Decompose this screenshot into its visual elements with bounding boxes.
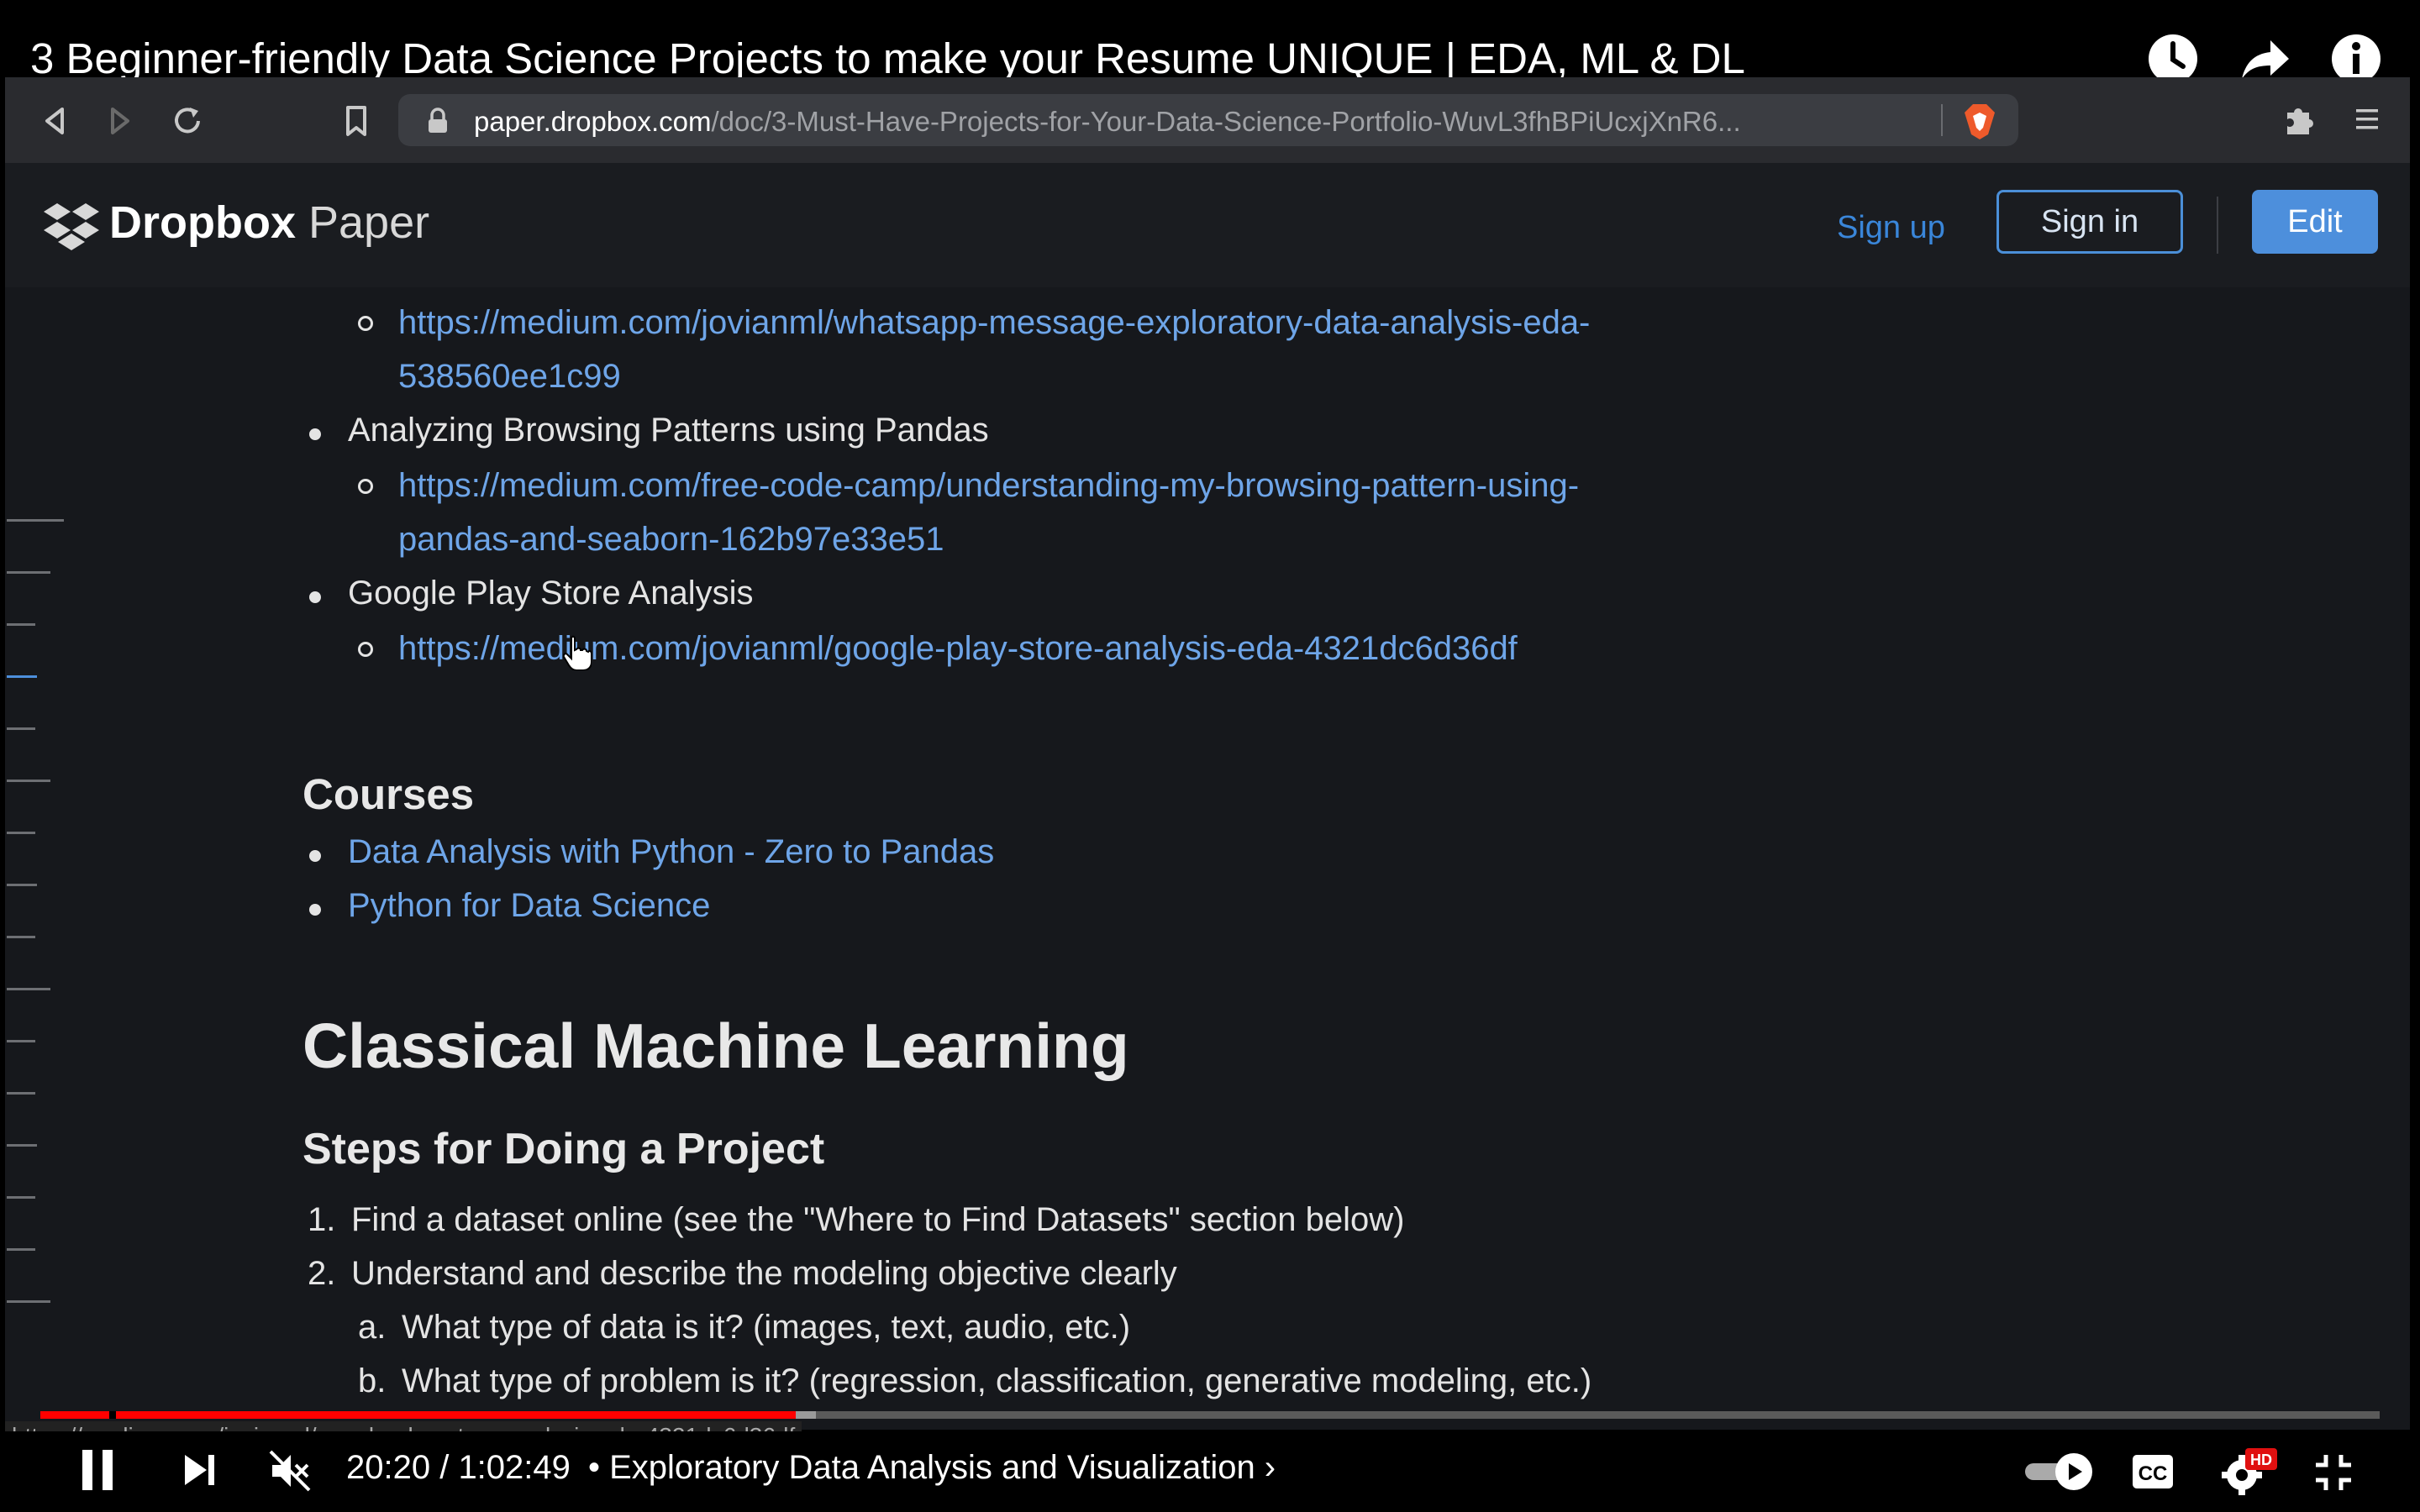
reload-icon[interactable] — [170, 102, 207, 139]
bullet — [309, 428, 321, 440]
bookmark-icon[interactable] — [338, 102, 375, 139]
lock-icon — [425, 108, 450, 134]
back-arrow-icon[interactable] — [37, 102, 74, 139]
toc-marker[interactable] — [7, 832, 35, 834]
toc-marker-active[interactable] — [7, 675, 37, 678]
whatsapp-link-line1[interactable]: https://medium.com/jovianml/whatsapp-mes… — [398, 304, 1590, 342]
browsing-link-line2[interactable]: pandas-and-seaborn-162b97e33e51 — [398, 521, 944, 559]
logo-brand: Dropbox — [109, 197, 296, 248]
url-text[interactable]: paper.dropbox.com/doc/3-Must-Have-Projec… — [474, 106, 1928, 138]
step-number: 1. — [308, 1201, 336, 1238]
sign-up-link[interactable]: Sign up — [1837, 210, 1945, 246]
step-number: 2. — [308, 1255, 336, 1292]
toc-marker[interactable] — [7, 780, 50, 782]
toc-marker[interactable] — [7, 727, 35, 730]
autoplay-toggle-icon[interactable] — [2022, 1450, 2097, 1494]
menu-icon[interactable] — [2351, 104, 2381, 134]
course-link-zero-to-pandas[interactable]: Data Analysis with Python - Zero to Pand… — [348, 833, 994, 871]
list-item-playstore: Google Play Store Analysis — [348, 575, 754, 612]
logo-wordmark[interactable]: Dropbox Paper — [109, 197, 429, 249]
url-divider — [1941, 104, 1943, 136]
edit-button[interactable]: Edit — [2252, 190, 2378, 254]
step-2: Understand and describe the modeling obj… — [351, 1255, 1177, 1292]
toc-marker[interactable] — [7, 519, 64, 522]
browser-toolbar: paper.dropbox.com/doc/3-Must-Have-Projec… — [5, 77, 2410, 163]
sub-bullet — [358, 479, 373, 494]
substep-b: What type of problem is it? (regression,… — [402, 1362, 1592, 1399]
chapter-gap — [109, 1411, 116, 1419]
sub-bullet — [358, 642, 373, 657]
bullet — [309, 591, 321, 603]
sign-in-button[interactable]: Sign in — [1996, 190, 2183, 254]
step-1: Find a dataset online (see the "Where to… — [351, 1201, 1405, 1238]
url-path: /doc/3-Must-Have-Projects-for-Your-Data-… — [711, 106, 1741, 137]
puzzle-icon[interactable] — [2281, 101, 2317, 138]
bullet — [309, 850, 321, 862]
whatsapp-link-line2[interactable]: 538560ee1c99 — [398, 358, 621, 396]
exit-fullscreen-icon[interactable] — [2312, 1452, 2354, 1494]
forward-arrow-icon[interactable] — [101, 102, 138, 139]
dropbox-logo-icon[interactable] — [42, 200, 101, 254]
hand-cursor-icon — [562, 635, 592, 671]
paper-header: Dropbox Paper Sign up Sign in Edit — [5, 163, 2410, 289]
browser-window: paper.dropbox.com/doc/3-Must-Have-Projec… — [5, 77, 2410, 1430]
ml-heading: Classical Machine Learning — [302, 1011, 1129, 1081]
substep-letter: a. — [358, 1309, 387, 1346]
cc-icon[interactable]: CC — [2131, 1453, 2175, 1490]
next-icon[interactable] — [180, 1450, 220, 1490]
course-link-python-ds[interactable]: Python for Data Science — [348, 887, 710, 925]
substep-a: What type of data is it? (images, text, … — [402, 1309, 1131, 1346]
svg-text:CC: CC — [2139, 1462, 2168, 1485]
settings-hd-icon[interactable]: HD — [2220, 1446, 2279, 1497]
toc-marker[interactable] — [7, 884, 37, 886]
steps-heading: Steps for Doing a Project — [302, 1125, 825, 1173]
list-item-browsing: Analyzing Browsing Patterns using Pandas — [348, 412, 989, 449]
toc-marker[interactable] — [7, 623, 35, 626]
toc-marker[interactable] — [7, 1300, 50, 1303]
substep-letter: b. — [358, 1362, 387, 1399]
svg-text:HD: HD — [2250, 1452, 2272, 1468]
brave-shield-icon[interactable] — [1963, 102, 1996, 139]
url-host: paper.dropbox.com — [474, 106, 712, 137]
video-title[interactable]: 3 Beginner-friendly Data Science Project… — [30, 34, 1745, 84]
pause-icon[interactable] — [77, 1446, 118, 1494]
progress-played[interactable] — [40, 1411, 796, 1419]
header-divider — [2217, 197, 2218, 254]
address-bar[interactable]: paper.dropbox.com/doc/3-Must-Have-Projec… — [398, 94, 2018, 146]
time-display: 20:20 / 1:02:49 — [346, 1449, 571, 1486]
courses-heading: Courses — [302, 770, 475, 818]
document-body: https://medium.com/jovianml/whatsapp-mes… — [5, 287, 2410, 1430]
toc-marker[interactable] — [7, 936, 35, 938]
toc-marker[interactable] — [7, 1196, 35, 1199]
browsing-link-line1[interactable]: https://medium.com/free-code-camp/unders… — [398, 467, 1579, 505]
toc-marker[interactable] — [7, 1248, 35, 1251]
toc-marker[interactable] — [7, 571, 50, 574]
toc-marker[interactable] — [7, 1144, 37, 1147]
video-controls-bar: 20:20 / 1:02:49 • Exploratory Data Analy… — [0, 1431, 2420, 1512]
mute-icon[interactable] — [267, 1448, 313, 1494]
bullet — [309, 904, 321, 916]
toc-marker[interactable] — [7, 1092, 35, 1095]
toc-marker[interactable] — [7, 1040, 35, 1042]
sub-bullet — [358, 316, 373, 331]
logo-product: Paper — [296, 197, 430, 248]
chapter-title[interactable]: • Exploratory Data Analysis and Visualiz… — [588, 1449, 1276, 1487]
toc-marker[interactable] — [7, 988, 50, 990]
